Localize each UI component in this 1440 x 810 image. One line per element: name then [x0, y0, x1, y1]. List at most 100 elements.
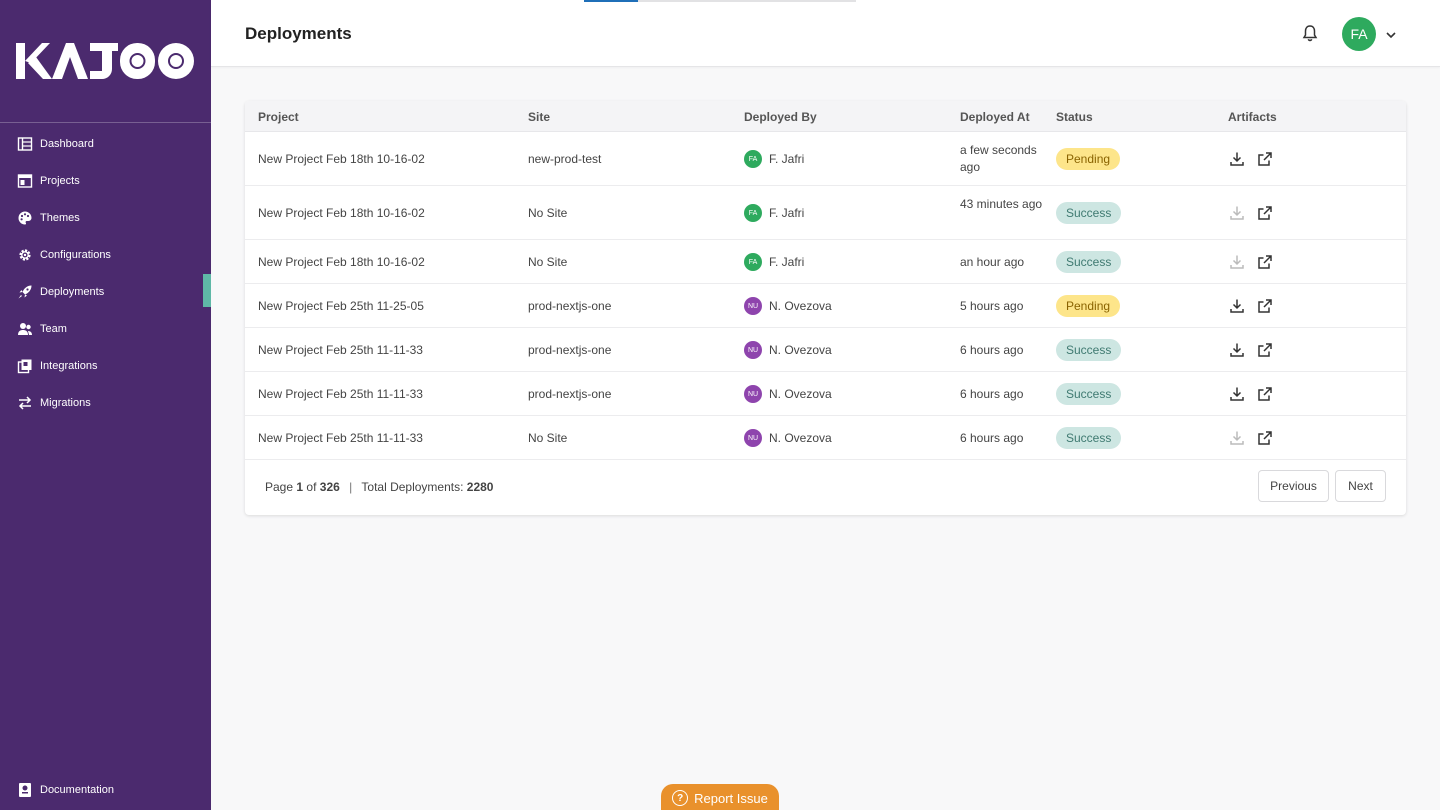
documentation-icon [17, 782, 33, 798]
project-name: New Project Feb 25th 11-11-33 [258, 431, 423, 445]
external-link-icon[interactable] [1257, 342, 1273, 358]
status-badge: Success [1056, 339, 1122, 361]
deployer-name: F. Jafri [769, 152, 805, 166]
external-link-icon[interactable] [1257, 430, 1273, 446]
deployed-by: FA F. Jafri [744, 204, 804, 222]
sidebar-item-documentation[interactable]: Documentation [0, 771, 211, 808]
status-cell: Success [1056, 383, 1122, 405]
deployed-at: an hour ago [960, 255, 1025, 269]
team-icon [17, 321, 33, 337]
download-icon[interactable] [1229, 151, 1245, 167]
artifacts [1229, 254, 1273, 270]
download-icon [1229, 254, 1245, 270]
status-badge: Pending [1056, 148, 1121, 170]
previous-button[interactable]: Previous [1258, 470, 1329, 502]
table-row: New Project Feb 25th 11-11-33 prod-nextjs… [245, 372, 1406, 416]
project-name: New Project Feb 18th 10-16-02 [258, 255, 425, 269]
column-header-deployed-by[interactable]: Deployed By [744, 110, 817, 124]
sidebar-item-themes[interactable]: Themes [0, 199, 211, 236]
column-header-status[interactable]: Status [1056, 110, 1093, 124]
column-header-site[interactable]: Site [528, 110, 550, 124]
download-icon[interactable] [1229, 342, 1245, 358]
avatar: FA [744, 150, 762, 168]
report-issue-button[interactable]: ? Report Issue [661, 784, 779, 810]
sidebar: Dashboard Projects Themes Configurations Dep… [0, 0, 211, 810]
bell-icon[interactable] [1300, 23, 1320, 43]
sidebar-item-label: Migrations [40, 396, 91, 409]
site-name: prod-nextjs-one [528, 299, 612, 313]
deployed-by: FA F. Jafri [744, 253, 804, 271]
arrows-icon [17, 395, 33, 411]
sidebar-item-projects[interactable]: Projects [0, 162, 211, 199]
next-button[interactable]: Next [1335, 470, 1386, 502]
deployed-by: NU N. Ovezova [744, 297, 832, 315]
external-link-icon[interactable] [1257, 298, 1273, 314]
download-icon[interactable] [1229, 386, 1245, 402]
projects-icon [17, 173, 33, 189]
current-page: 1 [296, 480, 304, 494]
sidebar-item-label: Documentation [40, 783, 114, 796]
deployed-by: NU N. Ovezova [744, 341, 832, 359]
external-link-icon[interactable] [1257, 151, 1273, 167]
status-cell: Success [1056, 339, 1122, 361]
user-avatar[interactable]: FA [1342, 17, 1376, 51]
download-icon [1229, 430, 1245, 446]
sidebar-item-label: Integrations [40, 359, 98, 372]
site-name: new-prod-test [528, 152, 602, 166]
project-name: New Project Feb 18th 10-16-02 [258, 152, 425, 166]
artifacts [1229, 342, 1273, 358]
site-name: prod-nextjs-one [528, 343, 612, 357]
sidebar-item-migrations[interactable]: Migrations [0, 384, 211, 421]
status-cell: Pending [1056, 148, 1121, 170]
sidebar-item-team[interactable]: Team [0, 310, 211, 347]
project-name: New Project Feb 25th 11-25-05 [258, 299, 424, 313]
sidebar-item-integrations[interactable]: Integrations [0, 347, 211, 384]
deployed-by: NU N. Ovezova [744, 429, 832, 447]
external-link-icon[interactable] [1257, 254, 1273, 270]
logo[interactable] [0, 0, 211, 123]
table-row: New Project Feb 18th 10-16-02 No Site FA F.… [245, 186, 1406, 240]
site-name: No Site [528, 206, 568, 220]
table-row: New Project Feb 25th 11-25-05 prod-nextjs… [245, 284, 1406, 328]
status-cell: Success [1056, 251, 1122, 273]
artifacts [1229, 386, 1273, 402]
total-pages: 326 [319, 480, 340, 494]
artifacts [1229, 151, 1273, 167]
site-name: prod-nextjs-one [528, 387, 612, 401]
table-row: New Project Feb 18th 10-16-02 new-prod-te… [245, 132, 1406, 186]
integrations-icon [17, 358, 33, 374]
table-row: New Project Feb 18th 10-16-02 No Site FA F.… [245, 240, 1406, 284]
column-header-deployed-at[interactable]: Deployed At [960, 110, 1030, 124]
download-icon[interactable] [1229, 298, 1245, 314]
sidebar-nav: Dashboard Projects Themes Configurations Dep… [0, 125, 211, 421]
deployments-table: Project Site Deployed By Deployed At Sta… [245, 101, 1406, 515]
rocket-icon [17, 284, 33, 300]
deployed-by: FA F. Jafri [744, 150, 804, 168]
deployer-name: N. Ovezova [769, 387, 832, 401]
total-deployments: 2280 [466, 480, 494, 494]
palette-icon [17, 210, 33, 226]
avatar: FA [744, 204, 762, 222]
pagination-summary: Page 1 of 326 | Total Deployments: 2280 [265, 480, 494, 494]
deployer-name: F. Jafri [769, 255, 805, 269]
chevron-down-icon[interactable] [1385, 28, 1397, 40]
status-badge: Pending [1056, 295, 1121, 317]
sidebar-item-dashboard[interactable]: Dashboard [0, 125, 211, 162]
deployed-at: a few seconds ago [960, 143, 1037, 174]
sidebar-item-configurations[interactable]: Configurations [0, 236, 211, 273]
external-link-icon[interactable] [1257, 205, 1273, 221]
table-body: New Project Feb 18th 10-16-02 new-prod-te… [245, 132, 1406, 460]
site-name: No Site [528, 431, 568, 445]
column-header-project[interactable]: Project [258, 110, 299, 124]
external-link-icon[interactable] [1257, 386, 1273, 402]
table-header: Project Site Deployed By Deployed At Sta… [245, 101, 1406, 132]
avatar: NU [744, 341, 762, 359]
deployer-name: N. Ovezova [769, 431, 832, 445]
table-row: New Project Feb 25th 11-11-33 No Site NU N.… [245, 416, 1406, 460]
sidebar-item-deployments[interactable]: Deployments [0, 273, 211, 310]
deployed-at: 5 hours ago [960, 299, 1024, 313]
status-badge: Success [1056, 427, 1122, 449]
avatar: NU [744, 385, 762, 403]
table-row: New Project Feb 25th 11-11-33 prod-nextjs… [245, 328, 1406, 372]
page-title: Deployments [245, 24, 352, 43]
